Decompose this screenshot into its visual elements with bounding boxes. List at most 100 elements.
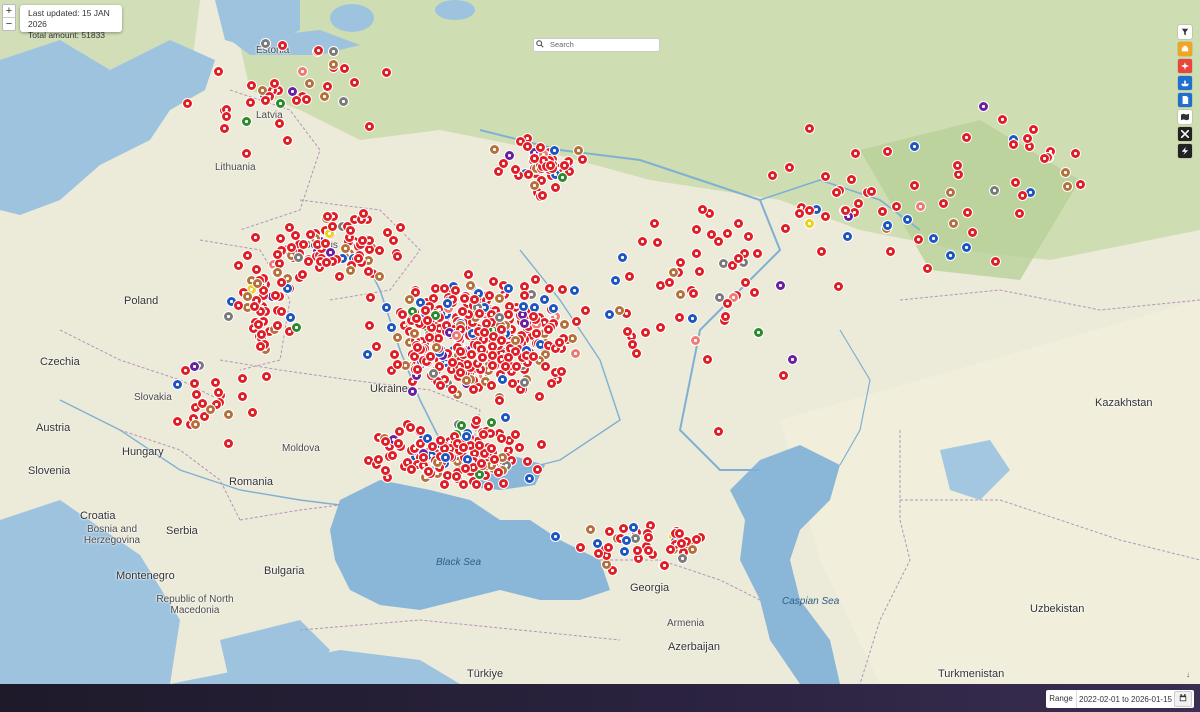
incident-marker[interactable] [471,415,482,426]
incident-marker[interactable] [691,248,702,259]
incident-marker[interactable] [478,429,489,440]
incident-marker[interactable] [284,222,295,233]
incident-marker[interactable] [241,148,252,159]
incident-marker[interactable] [510,164,521,175]
incident-marker[interactable] [349,77,360,88]
lightning-icon[interactable] [1178,144,1192,158]
incident-marker[interactable] [339,63,350,74]
incident-marker[interactable] [891,201,902,212]
incident-marker[interactable] [260,38,271,49]
incident-marker[interactable] [223,409,234,420]
incident-marker[interactable] [172,416,183,427]
incident-marker[interactable] [303,256,314,267]
incident-marker[interactable] [404,294,415,305]
incident-marker[interactable] [604,526,615,537]
zoom-out-button[interactable]: − [3,17,15,30]
incident-marker[interactable] [529,180,540,191]
incident-marker[interactable] [500,412,511,423]
incident-marker[interactable] [381,302,392,313]
incident-marker[interactable] [447,357,458,368]
incident-marker[interactable] [223,438,234,449]
incident-marker[interactable] [545,160,556,171]
incident-marker[interactable] [948,218,959,229]
incident-marker[interactable] [488,276,499,287]
incident-marker[interactable] [253,319,264,330]
incident-marker[interactable] [386,322,397,333]
incident-marker[interactable] [496,335,507,346]
incident-marker[interactable] [250,232,261,243]
incident-marker[interactable] [233,260,244,271]
incident-marker[interactable] [784,162,795,173]
incident-marker[interactable] [483,481,494,492]
incident-marker[interactable] [804,205,815,216]
incident-marker[interactable] [406,464,417,475]
incident-marker[interactable] [494,312,505,323]
incident-marker[interactable] [585,524,596,535]
incident-marker[interactable] [554,337,565,348]
incident-marker[interactable] [357,235,368,246]
incident-marker[interactable] [610,275,621,286]
incident-marker[interactable] [989,185,1000,196]
incident-marker[interactable] [556,366,567,377]
incident-marker[interactable] [637,236,648,247]
incident-marker[interactable] [675,289,686,300]
incident-marker[interactable] [328,46,339,57]
incident-marker[interactable] [422,315,433,326]
incident-marker[interactable] [511,361,522,372]
incident-marker[interactable] [787,354,798,365]
incident-marker[interactable] [530,274,541,285]
incident-marker[interactable] [319,91,330,102]
incident-marker[interactable] [487,360,498,371]
incident-marker[interactable] [460,463,471,474]
incident-marker[interactable] [182,98,193,109]
incident-marker[interactable] [804,218,815,229]
incident-marker[interactable] [293,252,304,263]
incident-marker[interactable] [569,285,580,296]
incident-marker[interactable] [548,303,559,314]
incident-marker[interactable] [550,182,561,193]
incident-marker[interactable] [275,98,286,109]
incident-marker[interactable] [276,306,287,317]
incident-marker[interactable] [978,101,989,112]
incident-marker[interactable] [474,308,485,319]
incident-marker[interactable] [945,250,956,261]
incident-marker[interactable] [249,301,260,312]
incident-marker[interactable] [804,123,815,134]
incident-marker[interactable] [531,328,542,339]
explosion-icon[interactable] [1178,59,1192,73]
incident-marker[interactable] [498,478,509,489]
incident-marker[interactable] [570,348,581,359]
incident-marker[interactable] [850,148,861,159]
incident-marker[interactable] [328,59,339,70]
incident-marker[interactable] [486,380,497,391]
incident-marker[interactable] [275,233,286,244]
incident-marker[interactable] [967,227,978,238]
incident-marker[interactable] [603,542,614,553]
incident-marker[interactable] [649,218,660,229]
incident-marker[interactable] [593,548,604,559]
incident-marker[interactable] [504,150,515,161]
incident-marker[interactable] [477,352,488,363]
incident-marker[interactable] [617,252,628,263]
incident-marker[interactable] [486,417,497,428]
incident-marker[interactable] [322,81,333,92]
incident-marker[interactable] [486,443,497,454]
incident-marker[interactable] [463,269,474,280]
incident-marker[interactable] [913,234,924,245]
incident-marker[interactable] [1039,153,1050,164]
incident-marker[interactable] [1022,133,1033,144]
incident-marker[interactable] [522,456,533,467]
incident-marker[interactable] [297,269,308,280]
incident-marker[interactable] [627,339,638,350]
incident-marker[interactable] [877,206,888,217]
incident-marker[interactable] [353,253,364,264]
incident-marker[interactable] [665,544,676,555]
incident-marker[interactable] [514,442,525,453]
calendar-button[interactable] [1174,691,1192,707]
incident-marker[interactable] [458,479,469,490]
incident-marker[interactable] [442,298,453,309]
incident-marker[interactable] [539,294,550,305]
incident-marker[interactable] [476,458,487,469]
incident-marker[interactable] [395,222,406,233]
incident-marker[interactable] [674,312,685,323]
